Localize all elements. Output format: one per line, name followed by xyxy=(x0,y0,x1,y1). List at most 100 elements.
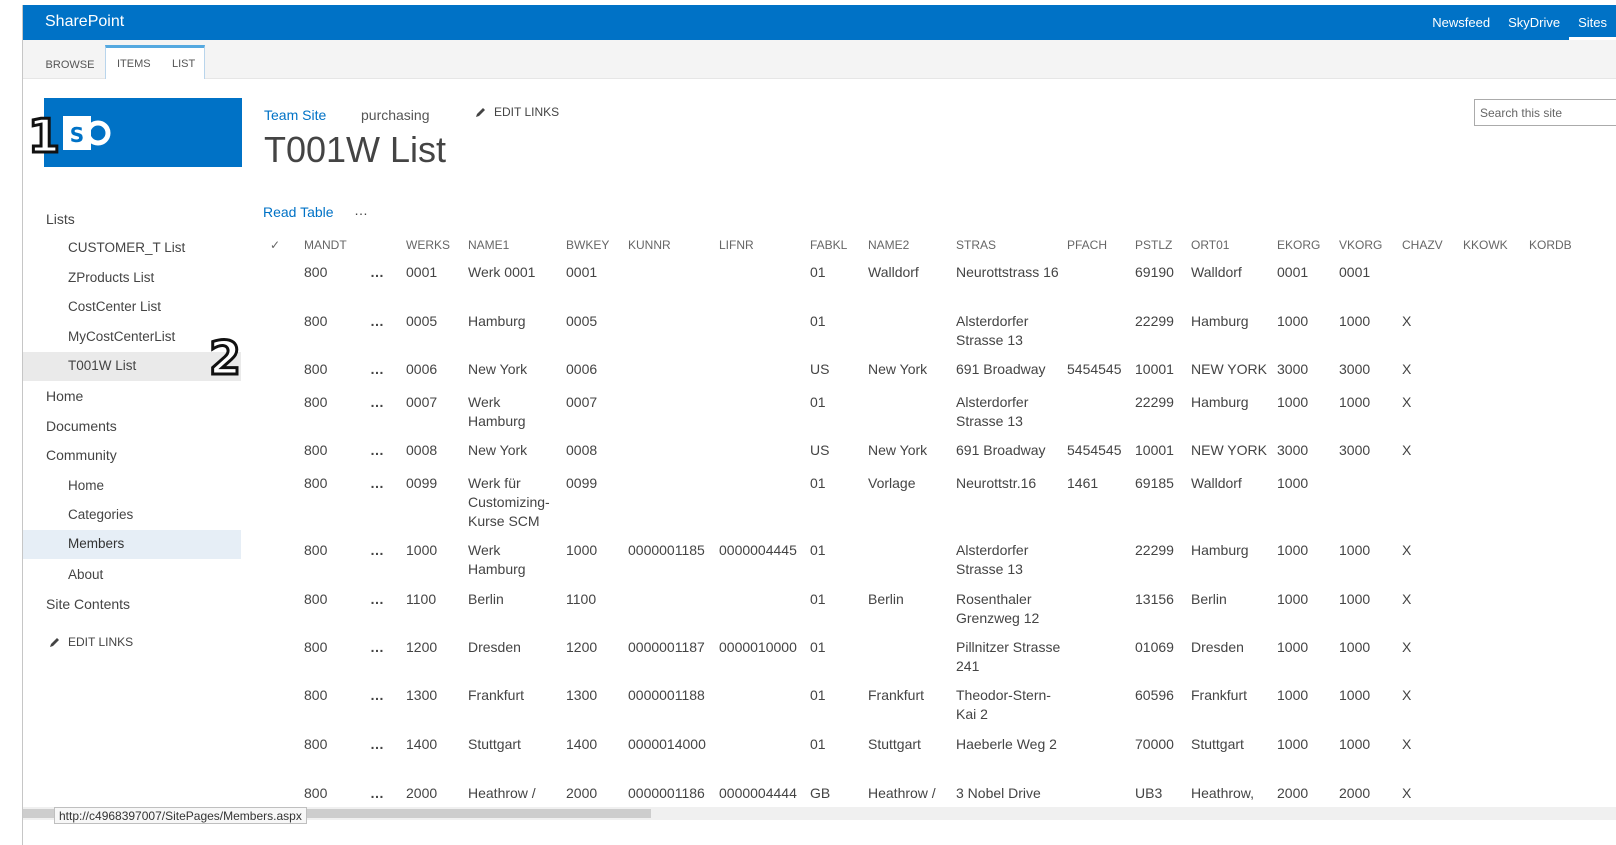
cell-vkorg: 1000 xyxy=(1339,394,1371,410)
row-more-button[interactable]: … xyxy=(370,686,400,705)
nav-item-site-contents[interactable]: Site Contents xyxy=(23,590,241,619)
nav-item-community-home[interactable]: Home xyxy=(23,472,241,501)
cell-fabkl: 01 xyxy=(810,639,826,655)
suite-link-skydrive[interactable]: SkyDrive xyxy=(1499,5,1569,40)
nav-edit-links[interactable]: EDIT LINKS xyxy=(49,635,133,649)
col-ort01[interactable]: ORT01 xyxy=(1191,238,1229,252)
row-more-button[interactable]: … xyxy=(370,312,400,331)
ribbon-tabs: BROWSE ITEMS LIST xyxy=(23,40,1616,79)
cell-vkorg: 1000 xyxy=(1339,736,1371,752)
cell-werks: 1300 xyxy=(406,687,438,703)
cell-ekorg: 1000 xyxy=(1277,313,1309,329)
col-kordb[interactable]: KORDB xyxy=(1529,238,1572,252)
nav-item-documents[interactable]: Documents xyxy=(23,412,241,441)
cell-pfach: 1461 xyxy=(1067,475,1099,491)
cell-vkorg: 1000 xyxy=(1339,313,1371,329)
col-name1[interactable]: NAME1 xyxy=(468,238,509,252)
cell-name1[interactable]: Stuttgart xyxy=(468,735,560,754)
row-more-button[interactable]: … xyxy=(370,735,400,754)
cell-ort01: Frankfurt xyxy=(1191,687,1248,703)
cell-name1[interactable]: Dresden xyxy=(468,638,560,657)
col-ekorg[interactable]: EKORG xyxy=(1277,238,1320,252)
search-input[interactable]: Search this site xyxy=(1474,99,1616,126)
nav-item-community[interactable]: Community xyxy=(23,441,241,470)
top-edit-links[interactable]: EDIT LINKS xyxy=(475,105,559,119)
nav-item-members[interactable]: Members xyxy=(23,530,241,559)
cell-vkorg: 1000 xyxy=(1339,591,1371,607)
cell-kunnr: 0000001188 xyxy=(628,687,705,703)
row-more-button[interactable]: … xyxy=(370,590,400,609)
view-read-table[interactable]: Read Table xyxy=(263,204,334,220)
suite-link-sites[interactable]: Sites xyxy=(1569,5,1616,40)
cell-name1[interactable]: New York xyxy=(468,360,560,379)
cell-name1[interactable]: Berlin xyxy=(468,590,560,609)
cell-ort01: Hamburg xyxy=(1191,394,1249,410)
nav-item-customer-t-list[interactable]: CUSTOMER_T List xyxy=(23,234,241,263)
suite-link-newsfeed[interactable]: Newsfeed xyxy=(1423,5,1499,40)
cell-name1[interactable]: New York xyxy=(468,441,560,460)
col-werks[interactable]: WERKS xyxy=(406,238,450,252)
col-mandt[interactable]: MANDT xyxy=(304,238,347,252)
cell-fabkl: 01 xyxy=(810,736,826,752)
sharepoint-logo-icon: S xyxy=(63,116,111,150)
cell-fabkl: 01 xyxy=(810,542,826,558)
cell-vkorg: 3000 xyxy=(1339,442,1371,458)
cell-name1[interactable]: Werk 0001 xyxy=(468,263,560,282)
cell-pstlz: 22299 xyxy=(1135,313,1174,329)
breadcrumb-purchasing[interactable]: purchasing xyxy=(361,107,430,123)
cell-ort01: NEW YORK xyxy=(1191,442,1267,458)
col-lifnr[interactable]: LIFNR xyxy=(719,238,754,252)
tab-items[interactable]: ITEMS xyxy=(117,58,151,70)
tab-list[interactable]: LIST xyxy=(172,58,195,70)
col-vkorg[interactable]: VKORG xyxy=(1339,238,1382,252)
nav-item-costcenter-list[interactable]: CostCenter List xyxy=(23,293,241,322)
cell-name1[interactable]: Werk für Customizing-Kurse SCM xyxy=(468,474,560,531)
cell-stras: Neurottstr.16 xyxy=(956,475,1037,491)
row-more-button[interactable]: … xyxy=(370,393,400,412)
select-all-checkmark[interactable]: ✓ xyxy=(270,238,280,252)
col-chazv[interactable]: CHAZV xyxy=(1402,238,1443,252)
col-pfach[interactable]: PFACH xyxy=(1067,238,1107,252)
tab-browse[interactable]: BROWSE xyxy=(45,46,95,79)
row-more-button[interactable]: … xyxy=(370,541,400,560)
col-kkowk[interactable]: KKOWK xyxy=(1463,238,1508,252)
cell-mandt: 800 xyxy=(304,361,328,377)
cell-stras: Alsterdorfer Strasse 13 xyxy=(956,394,1029,429)
view-more-button[interactable]: … xyxy=(354,202,369,218)
row-more-button[interactable]: … xyxy=(370,360,400,379)
nav-item-categories[interactable]: Categories xyxy=(23,501,241,530)
row-more-button[interactable]: … xyxy=(370,441,400,460)
site-logo[interactable]: S xyxy=(44,98,242,167)
cell-name1[interactable]: Frankfurt xyxy=(468,686,560,705)
col-bwkey[interactable]: BWKEY xyxy=(566,238,609,252)
cell-werks: 1100 xyxy=(406,591,437,607)
nav-item-about[interactable]: About xyxy=(23,561,241,590)
row-more-button[interactable]: … xyxy=(370,638,400,657)
col-name2[interactable]: NAME2 xyxy=(868,238,909,252)
cell-vkorg: 0001 xyxy=(1339,264,1371,280)
col-fabkl[interactable]: FABKL xyxy=(810,238,847,252)
col-kunnr[interactable]: KUNNR xyxy=(628,238,671,252)
cell-name1[interactable]: Hamburg xyxy=(468,312,560,331)
cell-stras: Neurottstrass 16 xyxy=(956,264,1059,280)
cell-pstlz: 60596 xyxy=(1135,687,1174,703)
cell-pstlz: 69190 xyxy=(1135,264,1174,280)
nav-item-home[interactable]: Home xyxy=(23,382,241,411)
cell-ekorg: 1000 xyxy=(1277,394,1309,410)
row-more-button[interactable]: … xyxy=(370,263,400,282)
col-stras[interactable]: STRAS xyxy=(956,238,996,252)
breadcrumb-team-site[interactable]: Team Site xyxy=(264,107,326,123)
nav-lists-heading[interactable]: Lists xyxy=(23,205,241,234)
cell-chazv: X xyxy=(1402,313,1412,329)
cell-ekorg: 0001 xyxy=(1277,264,1309,280)
cell-bwkey: 1400 xyxy=(566,736,598,752)
col-pstlz[interactable]: PSTLZ xyxy=(1135,238,1172,252)
row-more-button[interactable]: … xyxy=(370,784,400,803)
cell-name1[interactable]: Werk Hamburg xyxy=(468,541,560,579)
row-more-button[interactable]: … xyxy=(370,474,400,493)
cell-bwkey: 1000 xyxy=(566,542,598,558)
brand-name[interactable]: SharePoint xyxy=(45,13,124,31)
cell-werks: 0099 xyxy=(406,475,438,491)
cell-name1[interactable]: Werk Hamburg xyxy=(468,393,560,431)
nav-item-zproducts-list[interactable]: ZProducts List xyxy=(23,264,241,293)
